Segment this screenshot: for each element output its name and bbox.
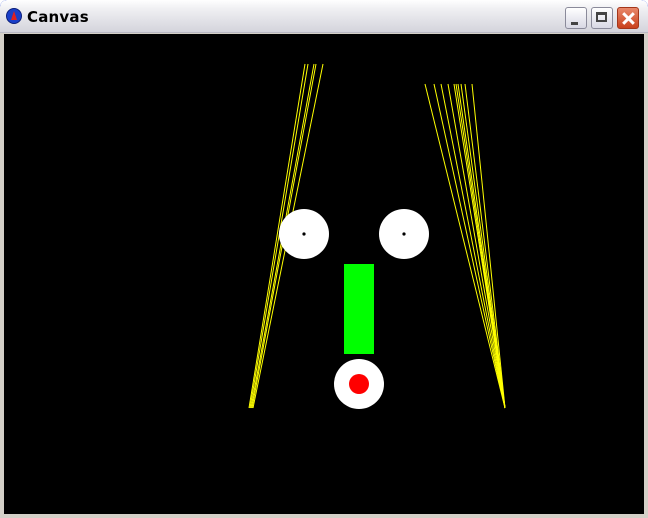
canvas-window: Canvas	[0, 0, 648, 518]
drawing-canvas[interactable]	[4, 34, 644, 514]
mouth-inner-dot	[349, 374, 369, 394]
green-nose-rect	[344, 264, 374, 354]
close-button[interactable]	[617, 7, 639, 29]
fan-line	[440, 83, 506, 409]
fan-line	[433, 83, 506, 409]
right-line-fan	[424, 83, 506, 409]
maximize-button[interactable]	[591, 7, 613, 29]
minimize-button[interactable]	[565, 7, 587, 29]
left-pupil	[302, 232, 306, 236]
right-pupil	[402, 232, 406, 236]
fan-line	[464, 83, 506, 409]
app-icon[interactable]	[6, 8, 22, 24]
window-title: Canvas	[27, 8, 89, 26]
canvas-drawing	[248, 63, 506, 409]
fan-line	[460, 83, 506, 409]
title-bar[interactable]: Canvas	[0, 0, 648, 33]
